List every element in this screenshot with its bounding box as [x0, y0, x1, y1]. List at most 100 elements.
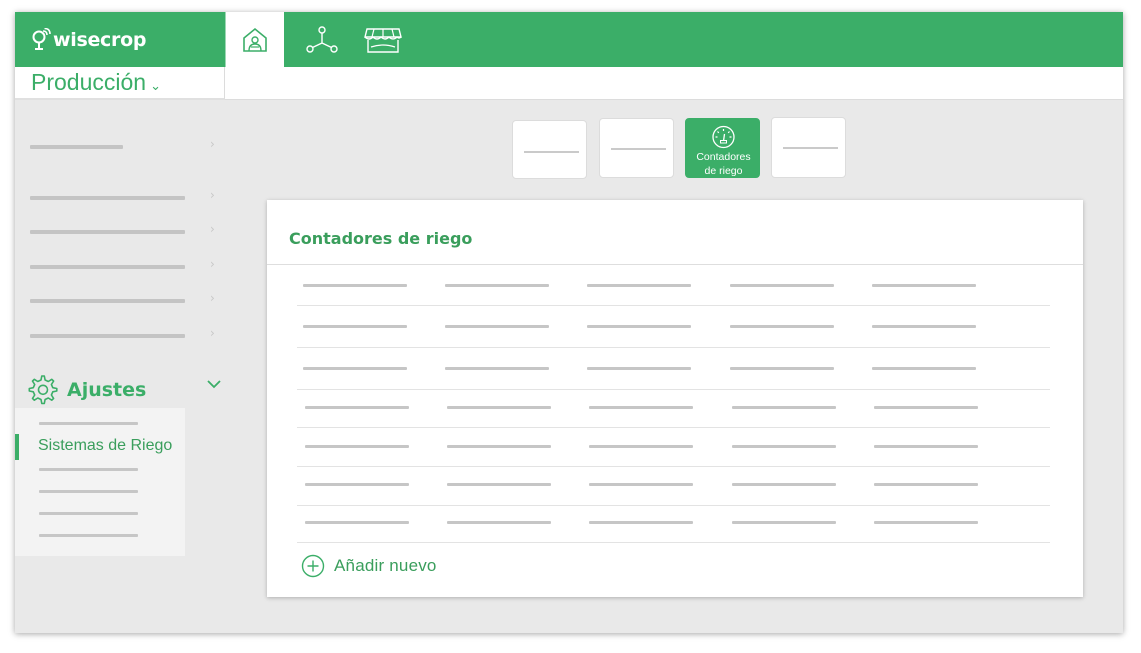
sidebar-settings-section[interactable]: Ajustes — [27, 370, 227, 410]
section-title: Producción — [31, 69, 147, 95]
market-store-icon — [363, 27, 402, 53]
sub-header: Producción ⌄ — [15, 67, 1123, 100]
category-tile-contadores-de-riego[interactable]: Contadores de riego — [685, 118, 760, 178]
table-row[interactable] — [297, 348, 1050, 390]
placeholder-bar — [589, 521, 693, 524]
placeholder-bar — [732, 406, 836, 409]
app-window: wisecrop Producción ⌄ › › › › › › Ajuste… — [15, 12, 1123, 633]
settings-label: Ajustes — [67, 379, 147, 401]
placeholder-bar — [874, 483, 978, 486]
table-row[interactable] — [297, 506, 1050, 543]
divider — [267, 264, 1083, 265]
chevron-right-icon: › — [210, 326, 215, 340]
placeholder-bar — [39, 422, 138, 425]
placeholder-bar — [874, 445, 978, 448]
placeholder-bar — [874, 406, 978, 409]
chevron-down-icon: ⌄ — [150, 79, 161, 94]
sidebar-item[interactable]: › — [15, 188, 225, 208]
placeholder-bar — [39, 490, 138, 493]
section-dropdown[interactable]: Producción ⌄ — [15, 67, 225, 100]
tile-label: Contadores de riego — [696, 151, 751, 177]
placeholder-bar — [587, 284, 691, 287]
placeholder-bar — [445, 325, 549, 328]
placeholder-bar — [872, 367, 976, 370]
top-navigation-bar: wisecrop — [15, 12, 1123, 67]
placeholder-bar — [447, 406, 551, 409]
placeholder-bar — [447, 445, 551, 448]
placeholder-bar — [589, 445, 693, 448]
placeholder-bar — [587, 367, 691, 370]
placeholder-bar — [611, 148, 666, 150]
placeholder-bar — [39, 534, 138, 537]
chevron-down-icon[interactable] — [205, 377, 223, 391]
add-new-label: Añadir nuevo — [334, 556, 437, 575]
placeholder-bar — [30, 265, 185, 269]
nav-network[interactable] — [297, 12, 347, 67]
placeholder-bar — [39, 512, 138, 515]
placeholder-bar — [30, 299, 185, 303]
chevron-right-icon: › — [210, 137, 215, 151]
placeholder-bar — [303, 284, 407, 287]
placeholder-bar — [305, 483, 409, 486]
placeholder-bar — [305, 445, 409, 448]
brand-logo[interactable]: wisecrop — [29, 26, 146, 54]
placeholder-bar — [30, 334, 185, 338]
placeholder-bar — [589, 483, 693, 486]
gear-icon — [28, 375, 58, 405]
chevron-right-icon: › — [210, 188, 215, 202]
category-tile[interactable] — [771, 117, 846, 178]
active-indicator — [15, 434, 19, 460]
placeholder-bar — [524, 151, 579, 153]
farm-home-icon — [243, 27, 267, 52]
sidebar-item[interactable]: › — [15, 222, 225, 242]
placeholder-bar — [872, 284, 976, 287]
sidebar-item[interactable]: › — [15, 257, 225, 277]
placeholder-bar — [303, 367, 407, 370]
card-title: Contadores de riego — [289, 229, 473, 248]
placeholder-bar — [732, 445, 836, 448]
sidebar-item[interactable]: › — [15, 291, 225, 311]
chevron-right-icon: › — [210, 257, 215, 271]
placeholder-bar — [447, 521, 551, 524]
placeholder-bar — [872, 325, 976, 328]
plus-circle-icon — [301, 554, 325, 578]
table-row[interactable] — [297, 428, 1050, 467]
placeholder-bar — [732, 521, 836, 524]
nav-market[interactable] — [355, 12, 410, 67]
placeholder-bar — [730, 325, 834, 328]
table-row[interactable] — [297, 266, 1050, 306]
placeholder-bar — [305, 521, 409, 524]
placeholder-bar — [30, 230, 185, 234]
placeholder-bar — [445, 367, 549, 370]
placeholder-bar — [303, 325, 407, 328]
placeholder-bar — [589, 406, 693, 409]
chevron-right-icon: › — [210, 222, 215, 236]
placeholder-bar — [874, 521, 978, 524]
sidebar-item[interactable]: › — [15, 137, 225, 157]
table-row[interactable] — [297, 467, 1050, 506]
network-icon — [306, 25, 338, 53]
placeholder-bar — [30, 145, 123, 149]
category-tile[interactable] — [599, 118, 674, 178]
placeholder-bar — [445, 284, 549, 287]
placeholder-bar — [730, 367, 834, 370]
add-new-button[interactable]: Añadir nuevo — [301, 552, 437, 580]
nav-production[interactable] — [226, 12, 284, 67]
table-row[interactable] — [297, 306, 1050, 348]
settings-submenu: Sistemas de Riego — [15, 408, 185, 556]
placeholder-bar — [730, 284, 834, 287]
table-row[interactable] — [297, 390, 1050, 428]
sidebar-item[interactable]: › — [15, 326, 225, 346]
chevron-right-icon: › — [210, 291, 215, 305]
placeholder-bar — [732, 483, 836, 486]
placeholder-bar — [30, 196, 185, 200]
sidebar: › › › › › › Ajustes Sistemas de Riego — [15, 100, 225, 633]
gauge-icon — [712, 125, 735, 149]
placeholder-bar — [39, 468, 138, 471]
placeholder-bar — [783, 147, 838, 149]
wisecrop-logo-icon — [32, 28, 51, 50]
category-tile[interactable] — [512, 120, 587, 179]
placeholder-bar — [447, 483, 551, 486]
brand-name: wisecrop — [53, 29, 147, 51]
submenu-item-sistemas-de-riego[interactable]: Sistemas de Riego — [38, 437, 172, 455]
